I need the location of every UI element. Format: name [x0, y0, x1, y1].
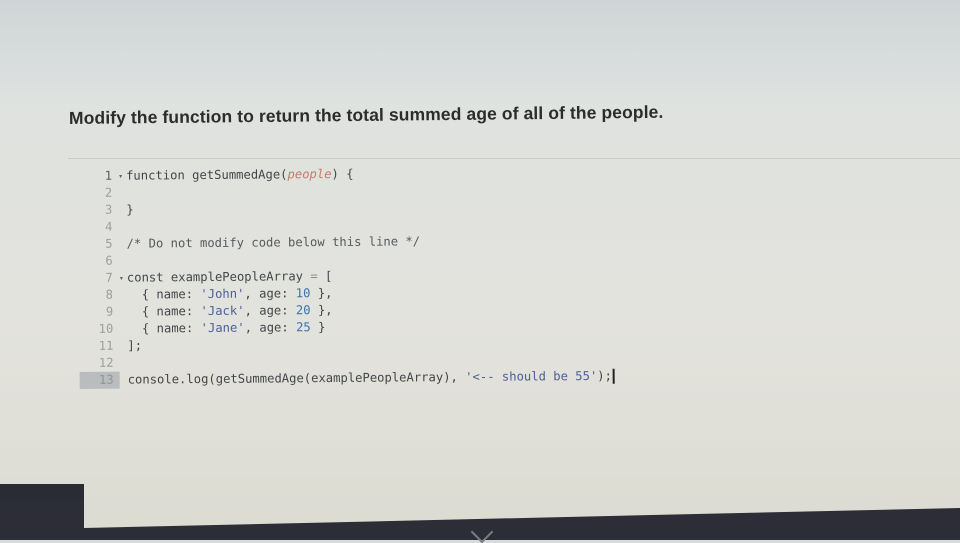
string-literal: 'John'	[200, 286, 245, 302]
code-editor[interactable]: 1 ▾ function getSummedAge(people) { 2 3 }…	[78, 161, 960, 408]
line-number: 7 ▾	[105, 270, 124, 285]
function-name: getSummedAge(	[184, 167, 288, 183]
code-text: }	[126, 202, 134, 217]
code-token: , age:	[244, 286, 296, 301]
number-literal: 10	[295, 286, 311, 301]
code-token: { name:	[126, 287, 201, 302]
code-text[interactable]	[118, 185, 126, 202]
background-band	[0, 0, 960, 95]
string-literal: 'Jane'	[200, 320, 245, 336]
line-number: 3	[104, 202, 113, 217]
code-token: , age:	[244, 320, 297, 335]
parameter: people	[287, 167, 332, 182]
code-token: }	[310, 320, 326, 335]
line-number: 6	[105, 253, 113, 268]
code-token: },	[310, 286, 333, 301]
challenge-prompt: Modify the function to return the total …	[68, 101, 664, 128]
fold-arrow-icon[interactable]: ▾	[118, 168, 123, 185]
code-token: { name:	[127, 304, 201, 319]
line-number: 12	[98, 355, 114, 370]
number-literal: 20	[295, 303, 311, 318]
line-number: 10	[98, 321, 114, 336]
line-number: 11	[98, 338, 114, 353]
code-text: ];	[127, 338, 143, 353]
fold-arrow-icon[interactable]: ▾	[119, 270, 124, 287]
string-literal: '<-- should be 55'	[465, 368, 598, 384]
line-number: 13	[79, 371, 120, 389]
code-token: },	[310, 303, 333, 318]
number-literal: 25	[295, 320, 311, 335]
keyword: const	[126, 270, 164, 285]
code-text[interactable]	[119, 355, 127, 372]
code-token: { name:	[127, 321, 201, 336]
string-literal: 'Jack'	[200, 303, 245, 319]
line-number: 8	[105, 287, 114, 302]
line-number: 4	[105, 219, 113, 234]
code-token: , age:	[244, 303, 296, 318]
operator: =	[310, 269, 318, 284]
line-number: 1 ▾	[104, 168, 124, 183]
line-number: 2	[104, 185, 113, 200]
variable-name: examplePeopleArray	[163, 269, 311, 285]
divider	[68, 158, 960, 159]
line-number: 9	[105, 304, 114, 319]
keyword: function	[126, 168, 185, 183]
code-token: ) {	[331, 166, 354, 182]
text-cursor	[612, 368, 616, 384]
code-text[interactable]	[119, 253, 127, 270]
code-token: );	[597, 368, 613, 383]
code-token: [	[317, 269, 333, 284]
code-text[interactable]	[118, 219, 126, 236]
code-token: console.log(getSummedAge(examplePeopleAr…	[127, 369, 466, 387]
line-number: 5	[105, 236, 113, 251]
